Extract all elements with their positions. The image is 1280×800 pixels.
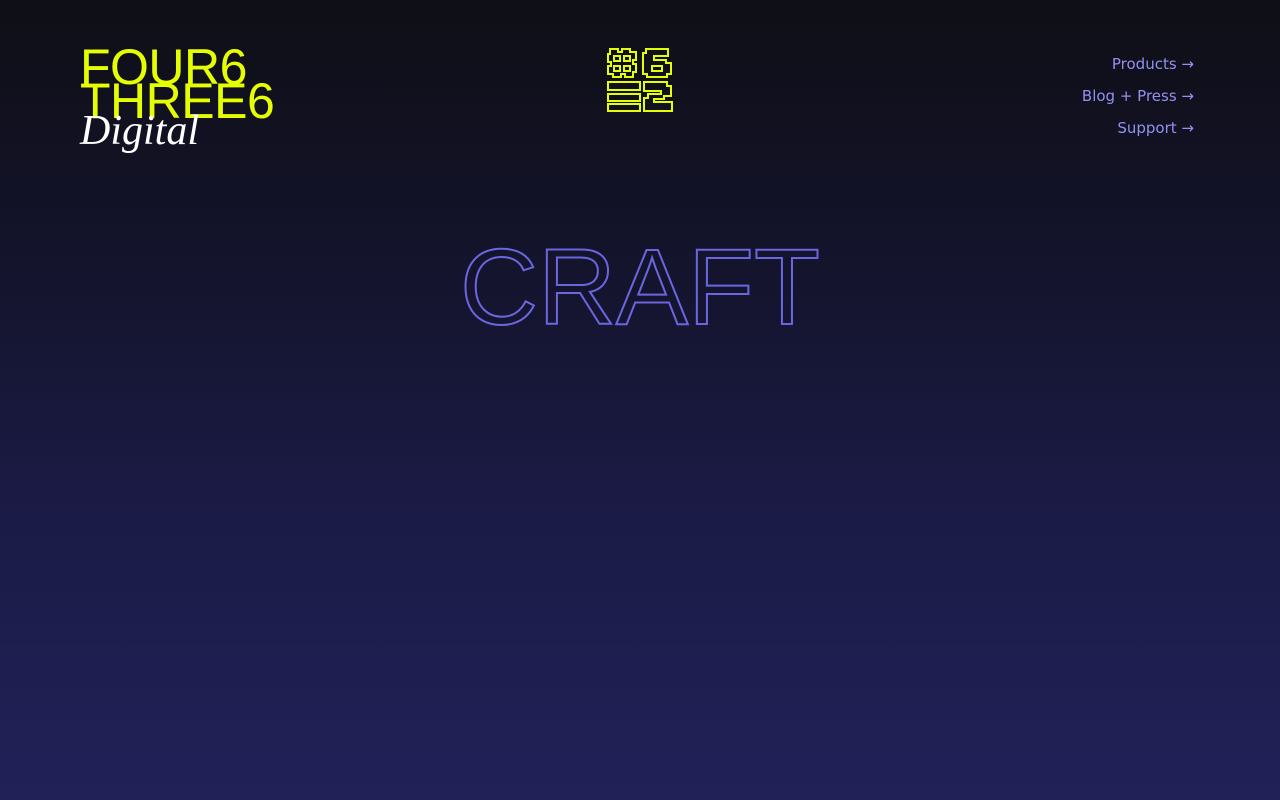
nav-link-products[interactable]: Products → [934,52,1194,84]
hero-title: CRAFT [459,230,821,340]
nav-link-blog-press[interactable]: Blog + Press → [934,84,1194,116]
brand-logo-link[interactable]: FOUR6 THREE6 Digital [80,40,340,156]
pixel-monogram-icon [606,46,674,114]
main-nav: Products → Blog + Press → Support → [934,52,1194,148]
brand-line-digital: Digital [80,108,200,154]
nav-link-support[interactable]: Support → [934,116,1194,148]
hero-title-word: CRAFT [460,230,820,340]
